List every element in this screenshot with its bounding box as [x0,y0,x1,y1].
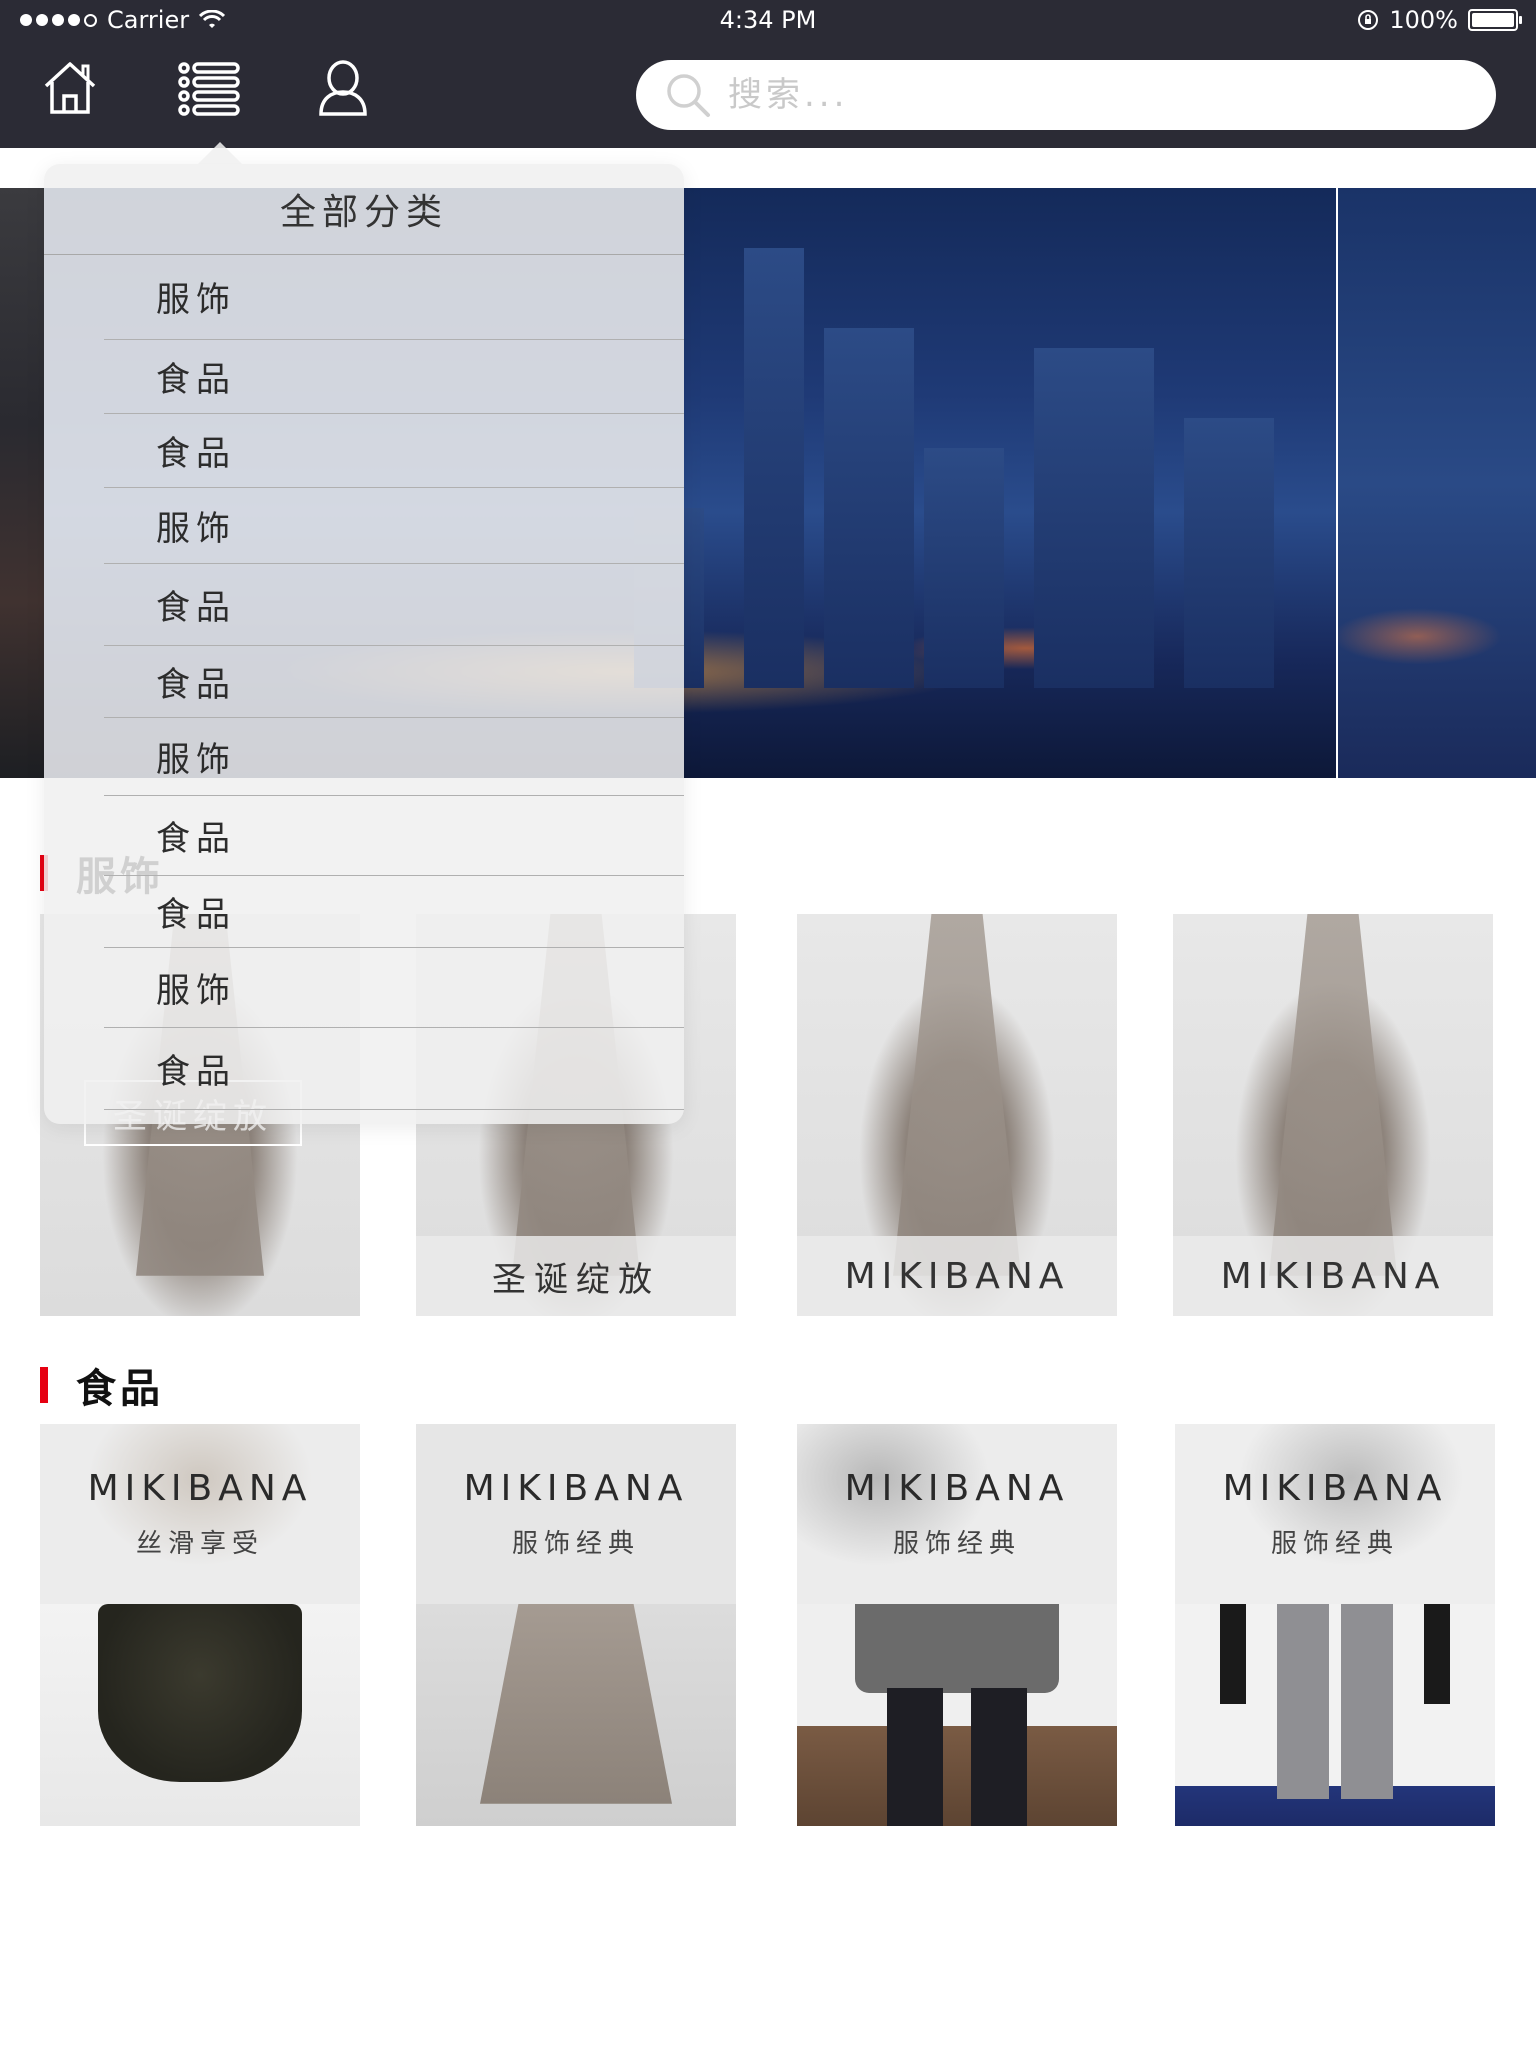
product-card[interactable]: MIKIBANA [797,914,1117,1316]
category-item[interactable]: 服饰 [104,254,684,340]
section-header-food: 食品 [40,1356,164,1414]
product-info-panel: MIKIBANA 丝滑享受 [40,1424,360,1604]
banner-slide-prev[interactable] [0,188,44,778]
product-caption: MIKIBANA [797,1236,1117,1316]
rotation-lock-icon [1358,10,1379,30]
banner-slide-next[interactable] [1338,188,1536,778]
battery-percent: 100% [1389,6,1458,34]
category-item[interactable]: 服饰 [104,948,684,1028]
product-card[interactable]: MIKIBANA 丝滑享受 [40,1424,360,1826]
category-item[interactable]: 食品 [104,414,684,488]
product-card[interactable]: MIKIBANA [1173,914,1493,1316]
status-time: 4:34 PM [719,6,817,34]
battery-icon [1468,9,1522,31]
top-navigation-bar: Carrier 4:34 PM 100% [0,0,1536,148]
product-brand: MIKIBANA [1222,1468,1448,1509]
product-subtitle: 服饰经典 [892,1529,1021,1559]
product-card[interactable]: MIKIBANA 服饰经典 [797,1424,1117,1826]
product-card[interactable]: MIKIBANA 服饰经典 [416,1424,736,1826]
search-bar[interactable] [636,60,1496,130]
product-info-panel: MIKIBANA 服饰经典 [1175,1424,1495,1604]
product-brand: MIKIBANA [463,1468,689,1509]
dropdown-title: 全部分类 [44,164,684,255]
category-item[interactable]: 服饰 [104,488,684,564]
category-item[interactable]: 食品 [104,1028,684,1110]
search-input[interactable] [726,74,1490,116]
home-icon[interactable] [40,58,100,118]
section-title: 食品 [76,1366,164,1412]
user-icon[interactable] [316,58,370,118]
category-item[interactable]: 食品 [104,876,684,948]
product-caption: 圣诞绽放 [416,1236,736,1316]
category-item[interactable]: 食品 [104,646,684,718]
product-image [797,1604,1117,1826]
product-brand: MIKIBANA [87,1468,313,1509]
product-image [1175,1604,1495,1826]
menu-list-icon[interactable] [176,58,242,118]
category-item[interactable]: 食品 [104,796,684,876]
product-image [40,1604,360,1826]
dropdown-pointer [198,142,242,164]
product-image [416,1604,736,1826]
product-subtitle: 服饰经典 [1270,1529,1399,1559]
category-item[interactable]: 食品 [104,564,684,646]
product-subtitle: 服饰经典 [511,1529,640,1559]
product-caption: MIKIBANA [1173,1236,1493,1316]
status-right: 100% [1357,6,1522,34]
status-bar: Carrier 4:34 PM 100% [0,0,1536,40]
product-info-panel: MIKIBANA 服饰经典 [797,1424,1117,1604]
category-item[interactable]: 食品 [104,340,684,414]
category-item[interactable]: 服饰 [104,718,684,796]
search-icon [667,74,710,117]
product-card[interactable]: MIKIBANA 服饰经典 [1175,1424,1495,1826]
category-dropdown: 全部分类 服饰 食品 食品 服饰 食品 食品 服饰 食品 食品 服饰 食品 [44,142,684,1124]
product-subtitle: 丝滑享受 [135,1529,264,1559]
section-accent-bar [40,1367,48,1403]
product-info-panel: MIKIBANA 服饰经典 [416,1424,736,1604]
product-brand: MIKIBANA [844,1468,1070,1509]
